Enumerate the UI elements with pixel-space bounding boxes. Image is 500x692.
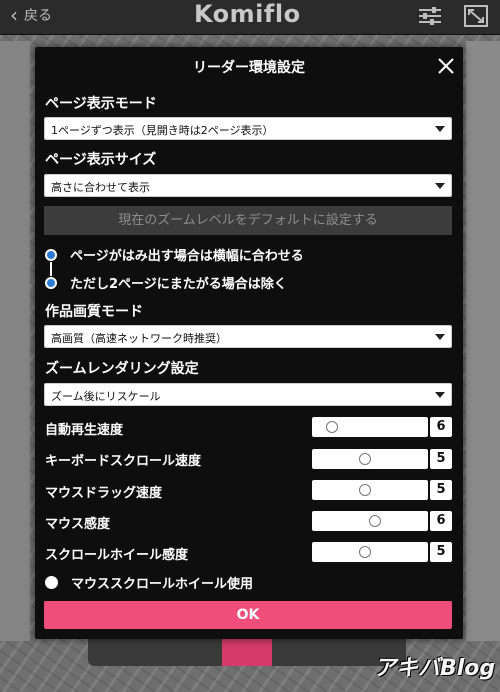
reader-settings-dialog: リーダー環境設定 ページ表示モード 1ページずつ表示（見開き時は2ページ表示） …	[35, 47, 463, 639]
slider-knob[interactable]	[368, 515, 381, 527]
back-button[interactable]: ‹ 戻る	[10, 5, 52, 25]
zoom-render-select[interactable]: ズーム後にリスケール	[44, 383, 452, 406]
zoom-render-value: ズーム後にリスケール	[51, 390, 161, 403]
settings-sliders-icon[interactable]	[418, 5, 442, 27]
scroll-wheel-sensitivity-value: 5	[430, 542, 452, 562]
radio-icon[interactable]	[45, 276, 57, 289]
radio-icon[interactable]	[45, 248, 57, 261]
fit-width-label: ページがはみ出す場合は横幅に合わせる	[70, 249, 304, 264]
dialog-title: リーダー環境設定	[193, 60, 305, 76]
chevron-down-icon	[435, 392, 445, 398]
quality-mode-value: 高画質（高速ネットワーク時推奨）	[51, 332, 227, 345]
keyboard-scroll-speed-slider[interactable]	[312, 449, 428, 469]
chevron-down-icon	[435, 126, 445, 132]
page-mode-label: ページ表示モード	[45, 96, 157, 112]
mouse-sensitivity-slider[interactable]	[312, 511, 428, 531]
autoplay-speed-slider[interactable]	[312, 417, 428, 437]
fullscreen-icon[interactable]	[464, 5, 488, 27]
keyboard-scroll-speed-label: キーボードスクロール速度	[45, 454, 202, 469]
back-label: 戻る	[24, 8, 52, 24]
page-mode-value: 1ページずつ表示（見開き時は2ページ表示）	[51, 124, 274, 137]
watermark: アキバBlog	[374, 656, 496, 681]
scroll-wheel-sensitivity-label: スクロールホイール感度	[45, 548, 189, 563]
checkbox-icon[interactable]	[45, 576, 58, 589]
mouse-drag-speed-slider[interactable]	[312, 480, 428, 500]
set-default-zoom-button[interactable]: 現在のズームレベルをデフォルトに設定する	[44, 206, 452, 235]
manga-panel-right	[466, 41, 500, 641]
quality-mode-label: 作品画質モード	[45, 304, 143, 320]
mouse-wheel-option[interactable]: マウススクロールホイール使用	[45, 573, 253, 592]
chevron-down-icon	[435, 334, 445, 340]
keyboard-scroll-speed-value: 5	[430, 449, 452, 469]
autoplay-speed-label: 自動再生速度	[45, 423, 124, 438]
fit-width-option[interactable]: ページがはみ出す場合は横幅に合わせる	[45, 245, 304, 264]
slider-knob[interactable]	[359, 453, 372, 465]
page-size-label: ページ表示サイズ	[45, 152, 157, 168]
slider-knob[interactable]	[359, 484, 372, 496]
scroll-wheel-sensitivity-slider[interactable]	[312, 542, 428, 562]
ok-button[interactable]: OK	[44, 601, 452, 629]
zoom-render-label: ズームレンダリング設定	[45, 361, 199, 377]
except-two-page-option[interactable]: ただし2ページにまたがる場合は除く	[45, 273, 287, 292]
manga-panel-left	[0, 41, 30, 641]
mouse-drag-speed-label: マウスドラッグ速度	[45, 486, 163, 501]
mouse-drag-speed-value: 5	[430, 480, 452, 500]
komiflo-logo: Komiflo	[194, 0, 301, 28]
page-size-value: 高さに合わせて表示	[51, 181, 150, 194]
page-size-select[interactable]: 高さに合わせて表示	[44, 174, 452, 197]
slider-knob[interactable]	[359, 546, 372, 558]
except-two-page-label: ただし2ページにまたがる場合は除く	[70, 277, 287, 292]
close-icon[interactable]	[437, 57, 455, 75]
autoplay-speed-value: 6	[430, 417, 452, 437]
mouse-sensitivity-value: 6	[430, 511, 452, 531]
quality-mode-select[interactable]: 高画質（高速ネットワーク時推奨）	[44, 325, 452, 348]
mouse-sensitivity-label: マウス感度	[45, 517, 111, 532]
back-chevron-icon: ‹	[10, 3, 18, 27]
slider-knob[interactable]	[325, 421, 338, 433]
page-mode-select[interactable]: 1ページずつ表示（見開き時は2ページ表示）	[44, 117, 452, 140]
chevron-down-icon	[435, 183, 445, 189]
top-bar: ‹ 戻る Komiflo	[0, 0, 500, 35]
mouse-wheel-label: マウススクロールホイール使用	[71, 577, 254, 592]
